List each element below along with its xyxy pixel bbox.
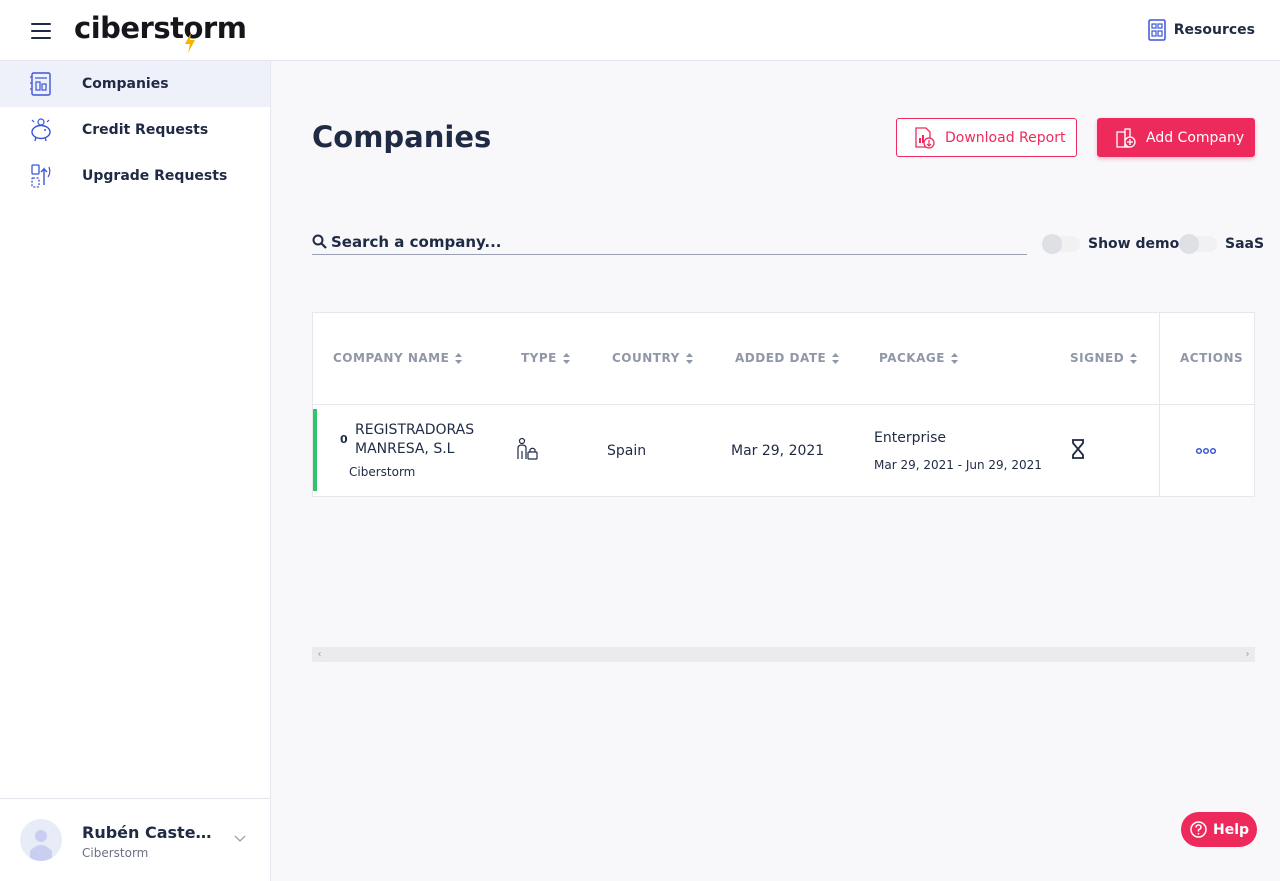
add-company-label: Add Company xyxy=(1146,129,1245,146)
search-input[interactable] xyxy=(331,231,1021,253)
add-company-button[interactable]: Add Company xyxy=(1097,118,1255,157)
sidebar-item-companies[interactable]: Companies xyxy=(0,61,270,107)
download-report-button[interactable]: Download Report xyxy=(896,118,1077,157)
search-icon xyxy=(312,234,327,249)
column-header-added-date[interactable]: ADDED DATE xyxy=(735,351,840,365)
scroll-left-icon[interactable]: ‹ xyxy=(314,649,325,660)
sidebar-item-credit-requests[interactable]: Credit Requests xyxy=(0,107,270,153)
sidebar-item-upgrade-requests[interactable]: Upgrade Requests xyxy=(0,153,270,199)
scroll-right-icon[interactable]: › xyxy=(1242,649,1253,660)
company-count: 0 xyxy=(340,433,348,446)
user-avatar-icon xyxy=(30,830,52,861)
person-lock-icon xyxy=(517,437,538,460)
sort-icon xyxy=(832,352,840,364)
column-header-company-name[interactable]: COMPANY NAME xyxy=(333,351,463,365)
resources-label: Resources xyxy=(1173,22,1255,38)
column-header-package[interactable]: PACKAGE xyxy=(879,351,958,365)
logo[interactable]: ciberstorm xyxy=(74,11,247,53)
menu-icon[interactable] xyxy=(31,23,51,39)
help-icon xyxy=(1190,821,1207,838)
resources-link[interactable]: Resources xyxy=(1148,19,1255,41)
add-company-icon xyxy=(1116,127,1136,148)
show-demo-label: Show demo xyxy=(1088,236,1180,252)
logo-text: ciberstorm xyxy=(74,11,247,45)
company-name[interactable]: REGISTRADORAS MANRESA, S.L xyxy=(355,421,495,459)
company-package-dates: Mar 29, 2021 - Jun 29, 2021 xyxy=(874,458,1042,472)
column-header-type[interactable]: TYPE xyxy=(521,351,570,365)
download-report-label: Download Report xyxy=(945,129,1066,146)
column-header-signed[interactable]: SIGNED xyxy=(1070,351,1138,365)
sidebar: Companies Credit Requests Upgrade Reques… xyxy=(0,61,271,881)
resources-icon xyxy=(1148,19,1166,41)
more-actions-icon[interactable] xyxy=(1196,445,1216,457)
sort-icon xyxy=(950,352,958,364)
actions-divider xyxy=(1159,313,1160,496)
status-indicator xyxy=(313,409,317,491)
sidebar-item-label: Credit Requests xyxy=(82,122,209,138)
piggy-bank-icon xyxy=(31,118,51,142)
upgrade-icon xyxy=(31,164,51,188)
help-label: Help xyxy=(1213,821,1250,838)
lightning-bolt-icon xyxy=(185,33,195,53)
avatar xyxy=(20,819,62,861)
saas-label: SaaS xyxy=(1225,236,1265,252)
page-title: Companies xyxy=(312,120,492,154)
user-profile[interactable]: Rubén Castel... Ciberstorm xyxy=(0,798,270,881)
user-company: Ciberstorm xyxy=(82,846,149,860)
sidebar-item-label: Upgrade Requests xyxy=(82,168,228,184)
table-row[interactable]: 0 REGISTRADORAS MANRESA, S.L Ciberstorm … xyxy=(313,405,1159,496)
toggle-track[interactable] xyxy=(1179,234,1217,254)
show-demo-toggle[interactable]: Show demo xyxy=(1042,234,1180,254)
column-header-country[interactable]: COUNTRY xyxy=(612,351,693,365)
sort-icon xyxy=(685,352,693,364)
sidebar-item-label: Companies xyxy=(82,76,169,92)
download-report-icon xyxy=(915,126,935,149)
chevron-down-icon[interactable] xyxy=(234,835,246,843)
company-added-date: Mar 29, 2021 xyxy=(731,443,825,459)
companies-table: COMPANY NAME TYPE COUNTRY ADDED DATE PAC… xyxy=(312,312,1255,497)
companies-icon xyxy=(30,72,51,96)
help-button[interactable]: Help xyxy=(1181,812,1257,847)
company-country: Spain xyxy=(607,443,647,459)
sort-icon xyxy=(1130,352,1138,364)
user-name: Rubén Castel... xyxy=(82,823,212,842)
search-bar xyxy=(312,231,1027,255)
column-header-actions: ACTIONS xyxy=(1180,351,1244,365)
horizontal-scrollbar[interactable]: ‹ › xyxy=(312,647,1255,662)
sort-icon xyxy=(562,352,570,364)
toggle-track[interactable] xyxy=(1042,234,1080,254)
top-bar: ciberstorm Resources xyxy=(0,0,1280,61)
saas-toggle[interactable]: SaaS xyxy=(1179,234,1265,254)
sort-icon xyxy=(455,352,463,364)
company-partner: Ciberstorm xyxy=(349,465,416,479)
hourglass-icon xyxy=(1072,439,1084,459)
company-package: Enterprise xyxy=(874,430,947,446)
